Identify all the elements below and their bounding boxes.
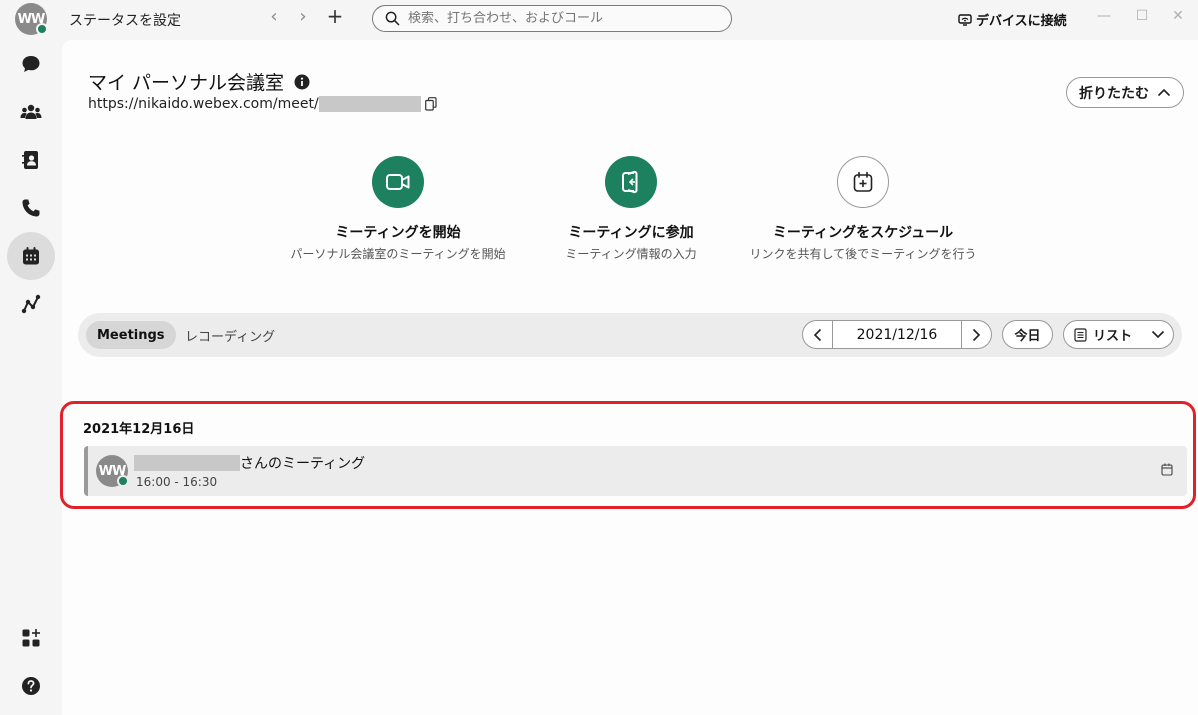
rail-item-connections[interactable] — [7, 280, 55, 328]
graph-icon — [21, 294, 41, 314]
join-meeting-title: ミーティングに参加 — [568, 225, 694, 241]
rail-item-apps[interactable] — [7, 614, 55, 662]
meeting-list-item[interactable]: WW さんのミーティング 16:00 - 16:30 — [84, 446, 1187, 496]
join-meeting-subtitle: ミーティング情報の入力 — [565, 247, 697, 261]
start-meeting-title: ミーティングを開始 — [335, 225, 461, 241]
join-meeting-action[interactable]: ミーティングに参加 ミーティング情報の入力 — [501, 156, 761, 262]
current-date[interactable]: 2021/12/16 — [833, 327, 961, 343]
phone-icon — [22, 199, 40, 217]
webex-app: WW ステータスを設定 ‹ › + デバイスに接続 — ☐ ✕ — [0, 0, 1198, 715]
collapse-label: 折りたたむ — [1079, 85, 1149, 102]
room-title-row: マイ パーソナル会議室 — [88, 68, 310, 95]
schedule-meeting-subtitle: リンクを共有して後でミーティングを行う — [749, 247, 977, 261]
next-day-button[interactable] — [961, 321, 991, 348]
redacted-url-segment — [318, 96, 421, 112]
people-icon — [20, 104, 42, 119]
help-icon — [22, 677, 40, 695]
forward-arrow-icon[interactable]: › — [292, 6, 314, 27]
calendar-small-icon[interactable] — [1161, 463, 1173, 476]
rail-item-meetings[interactable] — [7, 232, 55, 280]
chevron-right-icon — [972, 328, 981, 341]
rail-item-contacts[interactable] — [7, 136, 55, 184]
today-button[interactable]: 今日 — [1002, 320, 1053, 349]
title-bar: WW ステータスを設定 ‹ › + デバイスに接続 — ☐ ✕ — [0, 0, 1198, 40]
search-bar[interactable] — [372, 5, 732, 32]
day-header: 2021年12月16日 — [83, 422, 195, 437]
view-mode-select[interactable]: リスト — [1063, 320, 1174, 349]
schedule-meeting-action[interactable]: ミーティングをスケジュール リンクを共有して後でミーティングを行う — [733, 156, 993, 262]
collapse-button[interactable]: 折りたたむ — [1066, 77, 1184, 108]
date-navigator: 2021/12/16 — [802, 320, 992, 349]
join-door-icon — [622, 170, 638, 194]
room-url-row: https://nikaido.webex.com/meet/ — [88, 96, 437, 112]
join-meeting-button[interactable] — [605, 156, 657, 208]
room-url[interactable]: https://nikaido.webex.com/meet/ — [88, 96, 319, 112]
list-view-icon — [1074, 327, 1087, 342]
meeting-host-avatar: WW — [96, 455, 129, 487]
copy-icon[interactable] — [424, 97, 437, 111]
meetings-panel: マイ パーソナル会議室 https://nikaido.webex.com/me… — [60, 40, 1198, 715]
video-camera-icon — [386, 174, 410, 190]
redacted-host-name — [134, 455, 240, 471]
search-icon — [385, 11, 400, 26]
info-icon[interactable] — [294, 74, 310, 90]
start-meeting-subtitle: パーソナル会議室のミーティングを開始 — [290, 247, 506, 261]
new-plus-icon[interactable]: + — [324, 4, 346, 28]
meetings-toolbar: Meetings レコーディング 2021/12/16 今日 リスト — [78, 313, 1182, 357]
maximize-icon[interactable]: ☐ — [1132, 8, 1152, 24]
schedule-meeting-title: ミーティングをスケジュール — [772, 225, 954, 241]
rail-item-messaging[interactable] — [7, 40, 55, 88]
start-meeting-button[interactable] — [372, 156, 424, 208]
connect-device-button[interactable]: デバイスに接続 — [958, 10, 1067, 29]
rail-item-calling[interactable] — [7, 184, 55, 232]
rail-item-teams[interactable] — [7, 88, 55, 136]
previous-day-button[interactable] — [803, 321, 833, 348]
chevron-left-icon — [813, 328, 822, 341]
chevron-down-icon — [1151, 330, 1165, 339]
meeting-title-row: さんのミーティング — [134, 453, 365, 473]
user-avatar[interactable]: WW — [15, 3, 48, 35]
view-mode-label: リスト — [1093, 329, 1133, 344]
calendar-add-icon — [853, 171, 873, 192]
back-arrow-icon[interactable]: ‹ — [263, 6, 285, 27]
calendar-icon — [23, 247, 39, 265]
host-presence-icon — [117, 475, 129, 487]
close-icon[interactable]: ✕ — [1168, 8, 1188, 24]
left-nav-rail — [0, 40, 62, 715]
contacts-icon — [22, 151, 38, 169]
presence-available-icon — [36, 23, 48, 35]
schedule-meeting-button[interactable] — [837, 156, 889, 208]
apps-icon — [22, 629, 40, 647]
device-connect-icon — [958, 13, 972, 26]
meeting-time: 16:00 - 16:30 — [136, 475, 218, 489]
chevron-up-icon — [1157, 88, 1171, 97]
connect-device-label: デバイスに接続 — [976, 14, 1067, 29]
minimize-icon[interactable]: — — [1094, 8, 1114, 24]
room-title: マイ パーソナル会議室 — [88, 72, 285, 94]
tab-meetings[interactable]: Meetings — [86, 321, 176, 349]
search-input[interactable] — [408, 11, 708, 26]
tab-recordings[interactable]: レコーディング — [174, 321, 286, 349]
set-status-button[interactable]: ステータスを設定 — [69, 10, 181, 30]
rail-item-help[interactable] — [7, 662, 55, 710]
meeting-title: さんのミーティング — [240, 456, 366, 472]
start-meeting-action[interactable]: ミーティングを開始 パーソナル会議室のミーティングを開始 — [268, 156, 528, 262]
chat-bubble-icon — [22, 56, 40, 72]
